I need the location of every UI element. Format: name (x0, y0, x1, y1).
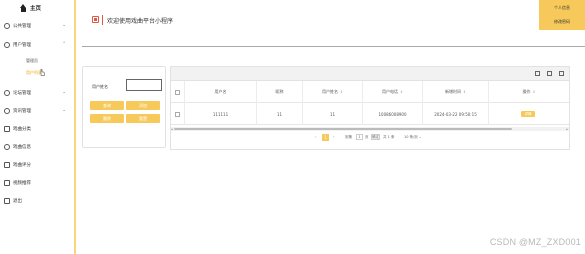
info-icon (4, 144, 10, 150)
grid-icon (92, 16, 99, 23)
user-menu: 个人信息 修改密码 (539, 0, 585, 30)
sidebar-item-opera-info[interactable]: 戏曲信息 (2, 142, 74, 152)
sidebar-item-category[interactable]: 戏曲分类 (2, 124, 74, 134)
sort-icon[interactable]: ⇕ (533, 90, 536, 94)
column-header[interactable]: 新增时间 ⇕ (423, 81, 489, 103)
cell-username: 111111 (185, 103, 257, 125)
goto-page-input[interactable]: 1 (356, 134, 363, 140)
sidebar-item-forum[interactable]: 论坛管理 ⌄ (2, 88, 74, 98)
header-divider (82, 46, 585, 47)
sidebar-item-label: 论坛管理 (13, 91, 31, 96)
pagination: ‹ 1 › 到第 1 页 确定 共 1 条 10 条/页 ⌄ (170, 134, 570, 142)
sidebar-item-logout[interactable]: 退出 (2, 196, 74, 206)
sidebar-item-label: 公共管理 (13, 24, 31, 29)
prev-page-button[interactable]: ‹ (315, 134, 317, 139)
scrollbar-thumb[interactable] (174, 128, 512, 130)
page-size-select[interactable]: 10 条/页 ⌄ (404, 135, 422, 140)
scroll-left-icon[interactable]: ◂ (171, 127, 173, 131)
logout-icon (4, 198, 10, 204)
table-header: 用户名 昵称 用户姓名 ⇕ 用户电话 ⇕ 新增时间 ⇕ 操作 ⇕ (171, 81, 569, 103)
column-header[interactable]: 用户电话 ⇕ (363, 81, 423, 103)
title-divider (102, 15, 103, 25)
sidebar-item-public[interactable]: 公共管理 ⌄ (2, 21, 74, 31)
cell-created: 2024-03-22 09:50:15 (423, 103, 489, 125)
sort-icon[interactable]: ⇕ (340, 90, 343, 94)
chevron-down-icon: ⌄ (62, 90, 66, 95)
column-header[interactable]: 昵称 (257, 81, 303, 103)
hand-cursor-icon (40, 69, 45, 76)
rating-icon (4, 162, 10, 168)
detail-button[interactable]: 详情 (521, 111, 535, 117)
search-panel: 用户姓名 查询 添加 删除 重置 (82, 66, 166, 148)
sidebar-item-label: 戏曲信息 (13, 145, 31, 150)
horizontal-scrollbar[interactable]: ◂ ▸ (171, 127, 569, 131)
cell-nickname: 11 (257, 103, 303, 125)
sidebar-item-video[interactable]: 视频推荐 (2, 178, 74, 188)
row-checkbox[interactable] (175, 111, 180, 117)
goto-label: 到第 (345, 135, 352, 139)
search-button[interactable]: 查询 (90, 101, 124, 110)
home-icon (20, 4, 27, 12)
sidebar-item-news[interactable]: 资讯管理 ⌄ (2, 106, 74, 116)
scroll-right-icon[interactable]: ▸ (566, 127, 568, 131)
sidebar-item-label: 资讯管理 (13, 109, 31, 114)
total-count: 共 1 条 (383, 135, 395, 139)
video-icon (4, 180, 10, 186)
cell-realname: 11 (303, 103, 363, 125)
watermark: CSDN @MZ_ZXD001 (489, 237, 581, 247)
sort-icon[interactable]: ⇕ (463, 90, 466, 94)
sidebar-item-rating[interactable]: 戏曲评分 (2, 160, 74, 170)
chevron-down-icon: ⌄ (62, 108, 66, 113)
forum-icon (4, 90, 10, 96)
sidebar-subitem-admins[interactable]: 管理员 (26, 58, 38, 64)
column-header[interactable]: 用户姓名 ⇕ (303, 81, 363, 103)
home-label: 主页 (30, 6, 42, 12)
export-icon[interactable] (547, 71, 552, 76)
column-header[interactable]: 用户名 (185, 81, 257, 103)
delete-button[interactable]: 删除 (90, 114, 124, 123)
search-input[interactable] (126, 79, 162, 91)
next-page-button[interactable]: › (333, 134, 335, 139)
user-icon (4, 42, 10, 48)
category-icon (4, 126, 10, 132)
reset-button[interactable]: 重置 (126, 114, 160, 123)
sidebar-item-label: 视频推荐 (13, 181, 31, 186)
search-label: 用户姓名 (92, 84, 108, 89)
sidebar-item-label: 用户管理 (13, 43, 31, 48)
columns-icon[interactable] (535, 71, 540, 76)
cell-phone: 10086008900 (363, 103, 423, 125)
user-center-link[interactable]: 个人信息 (539, 5, 585, 11)
column-header[interactable]: 操作 ⇕ (489, 81, 569, 103)
current-page[interactable]: 1 (322, 134, 329, 141)
sidebar-item-label: 戏曲分类 (13, 127, 31, 132)
chevron-down-icon: ⌄ (62, 23, 66, 28)
home-link[interactable]: 主页 (20, 3, 41, 13)
page-label: 页 (365, 135, 369, 139)
circle-icon (4, 23, 10, 29)
add-button[interactable]: 添加 (126, 101, 160, 110)
sidebar-item-label: 退出 (13, 199, 22, 204)
sidebar-item-label: 戏曲评分 (13, 163, 31, 168)
page-title: 欢迎使用戏曲平台小程序 (107, 18, 174, 25)
news-icon (4, 108, 10, 114)
goto-confirm-button[interactable]: 确定 (371, 134, 380, 140)
sort-icon[interactable]: ⇕ (400, 90, 403, 94)
select-all-checkbox[interactable] (175, 89, 180, 95)
header: 欢迎使用戏曲平台小程序 个人信息 修改密码 (82, 0, 585, 45)
table-row[interactable]: 111111 11 11 10086008900 2024-03-22 09:5… (171, 103, 569, 125)
print-icon[interactable] (559, 71, 564, 76)
sidebar-item-users[interactable]: 用户管理 ⌃ (2, 40, 74, 50)
chevron-down-icon: ⌄ (418, 135, 422, 139)
table-toolbar (171, 67, 569, 81)
change-password-link[interactable]: 修改密码 (539, 19, 585, 25)
chevron-up-icon: ⌃ (62, 42, 66, 47)
sidebar: 主页 公共管理 ⌄ 用户管理 ⌃ 管理员 用户列表 论坛管理 ⌄ 资讯管理 ⌄ … (0, 0, 76, 254)
